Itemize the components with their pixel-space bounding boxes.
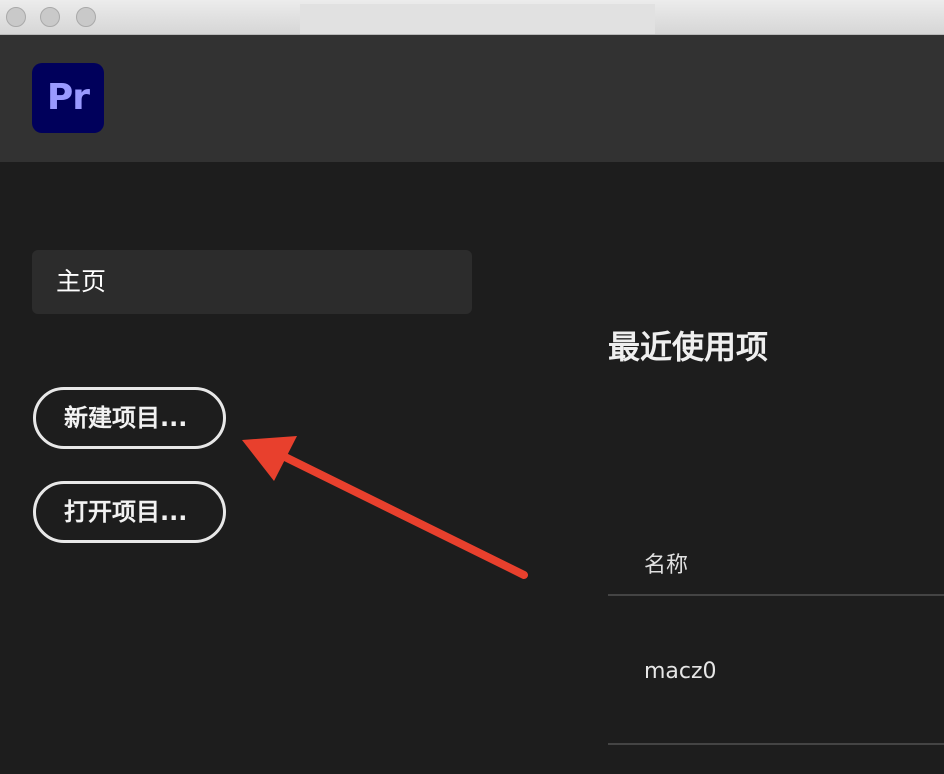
- window-title-area: [300, 4, 655, 34]
- title-bar: [0, 0, 944, 35]
- minimize-window-button[interactable]: [40, 7, 60, 27]
- zoom-window-button[interactable]: [76, 7, 96, 27]
- recent-item-name[interactable]: macz0: [644, 654, 717, 690]
- recent-section-title: 最近使用项: [608, 328, 769, 366]
- new-project-button[interactable]: 新建项目...: [33, 387, 226, 449]
- premiere-pro-logo: Pr: [32, 63, 104, 133]
- header-divider: [608, 594, 944, 596]
- app-header: Pr: [0, 35, 944, 162]
- close-window-button[interactable]: [6, 7, 26, 27]
- nav-item-home[interactable]: 主页: [32, 250, 472, 314]
- premiere-home-window: Pr 主页 新建项目... 打开项目... 最近使用项 名称 macz0: [0, 0, 944, 774]
- row-divider: [608, 743, 944, 745]
- arrow-shaft: [279, 452, 528, 579]
- open-project-button[interactable]: 打开项目...: [33, 481, 226, 543]
- arrow-head: [242, 436, 297, 481]
- column-header-name[interactable]: 名称: [644, 548, 688, 584]
